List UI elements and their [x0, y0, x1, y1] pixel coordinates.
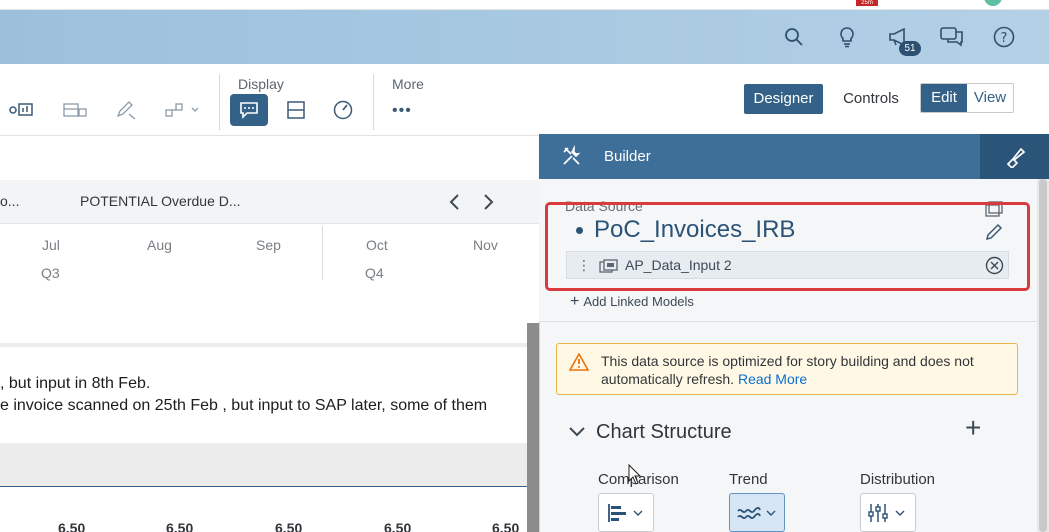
display-group-label: Display	[238, 76, 284, 92]
styling-brush-icon[interactable]	[980, 134, 1049, 179]
timer-badge: 25m	[856, 0, 878, 6]
value-cell: 6.50	[275, 520, 303, 532]
more-group-label: More	[392, 76, 424, 92]
column-header-potential-overdue[interactable]: POTENTIAL Overdue D...	[80, 193, 241, 209]
add-chart-structure-icon[interactable]: +	[965, 412, 981, 444]
comment-line: e invoice scanned on 25th Feb , but inpu…	[0, 397, 488, 414]
month-label: Oct	[366, 237, 388, 253]
builder-title: Builder	[604, 148, 651, 165]
chart-type-label: Trend	[729, 471, 768, 488]
mouse-cursor-icon	[628, 463, 642, 486]
layout-split-icon[interactable]	[281, 95, 311, 125]
svg-text:?: ?	[1001, 31, 1008, 46]
edit-view-toggle: Edit View	[920, 83, 1014, 113]
link-dropdown-icon[interactable]	[162, 95, 206, 125]
shell-bar: 51 ?	[0, 10, 1049, 64]
plus-icon: +	[570, 293, 580, 310]
chart-structure-title[interactable]: Chart Structure	[596, 421, 732, 444]
quarter-label: Q4	[365, 265, 384, 281]
month-label: Nov	[473, 237, 498, 253]
pencil-disabled-icon[interactable]	[111, 95, 141, 125]
chevron-left-icon[interactable]	[446, 192, 464, 212]
view-mode-button[interactable]: View	[967, 84, 1013, 112]
chart-type-label: Distribution	[860, 471, 936, 488]
warning-icon	[568, 352, 590, 371]
data-source-warning: This data source is optimized for story …	[556, 343, 1018, 395]
toolbar-divider	[373, 74, 374, 130]
add-linked-models-button[interactable]: + Add Linked Models	[570, 293, 694, 311]
explorer-icon[interactable]	[6, 95, 36, 125]
performance-gauge-icon[interactable]	[328, 95, 358, 125]
trend-chart-button[interactable]	[729, 493, 785, 532]
table-bottom-rule	[0, 486, 527, 487]
edit-mode-button[interactable]: Edit	[921, 84, 967, 112]
month-label: Sep	[256, 237, 281, 253]
more-menu-icon[interactable]: •••	[392, 102, 412, 120]
designer-button[interactable]: Designer	[744, 84, 823, 114]
builder-tools-icon[interactable]	[561, 144, 585, 169]
warning-message: This data source is optimized for story …	[601, 352, 1001, 388]
table-lock-icon[interactable]	[60, 95, 90, 125]
quarter-divider	[322, 226, 323, 280]
help-icon[interactable]: ?	[991, 24, 1017, 50]
panel-scrollbar[interactable]	[1037, 179, 1049, 532]
value-cell: 6.50	[166, 520, 194, 532]
read-more-link[interactable]: Read More	[738, 371, 807, 387]
table-band	[0, 443, 527, 486]
month-label: Jul	[42, 237, 60, 253]
chat-icon[interactable]	[939, 24, 965, 50]
panel-scroll-thumb[interactable]	[1039, 179, 1047, 532]
profile-avatar[interactable]	[984, 0, 1002, 6]
lightbulb-icon[interactable]	[834, 24, 860, 50]
comparison-chart-button[interactable]	[598, 493, 654, 532]
add-linked-models-label: Add Linked Models	[583, 294, 694, 309]
table-header-row: o... POTENTIAL Overdue D...	[0, 180, 540, 224]
builder-panel-header: Builder	[539, 134, 1049, 179]
distribution-chart-button[interactable]	[860, 493, 916, 532]
month-label: Aug	[147, 237, 172, 253]
chevron-down-icon[interactable]	[567, 421, 587, 441]
value-cell: 6.50	[384, 520, 412, 532]
browser-tab-strip: 25m	[0, 0, 1049, 10]
section-separator	[0, 343, 527, 347]
quarter-label: Q3	[41, 265, 60, 281]
controls-button[interactable]: Controls	[834, 84, 908, 114]
toolbar-divider	[219, 74, 220, 130]
chevron-right-icon[interactable]	[479, 192, 497, 212]
annotation-highlight-box	[545, 202, 1030, 291]
notification-count-badge: 51	[899, 41, 921, 56]
search-icon[interactable]	[781, 24, 807, 50]
value-cell: 6.50	[58, 520, 86, 532]
column-header-truncated: o...	[0, 193, 20, 209]
comment-mode-icon[interactable]	[230, 94, 268, 126]
value-cell: 6.50	[492, 520, 520, 532]
comment-line: , but input in 8th Feb.	[0, 375, 151, 392]
